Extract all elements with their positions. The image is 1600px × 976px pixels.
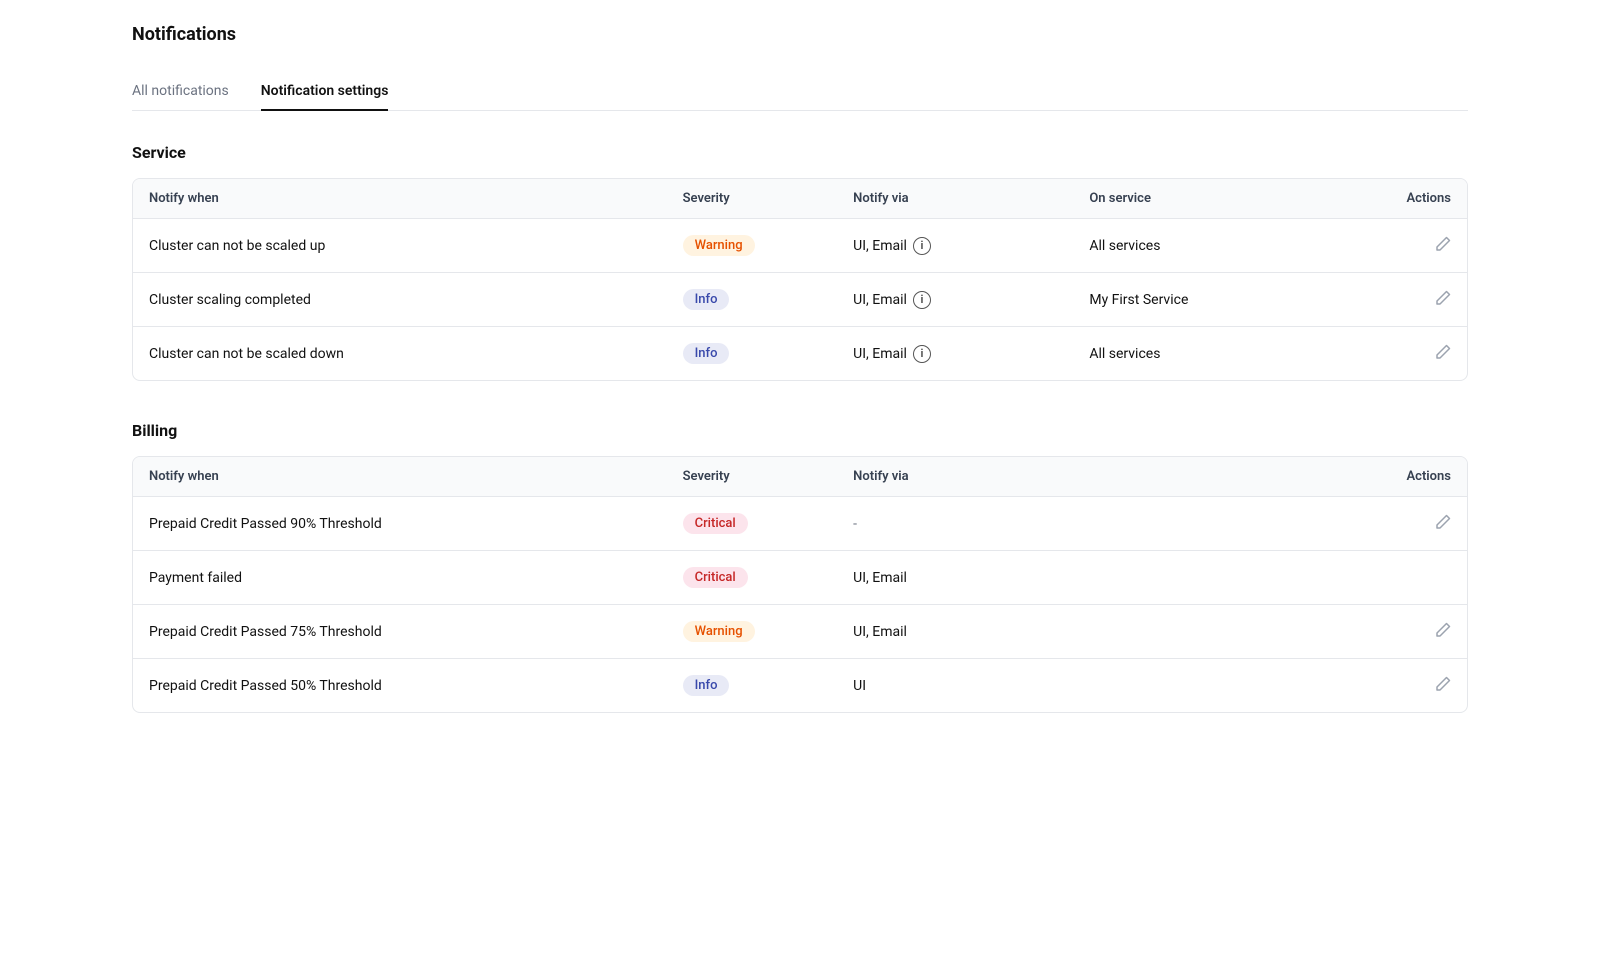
- header-on-service: [1073, 457, 1362, 497]
- cell-severity: Info: [667, 327, 838, 381]
- cell-severity: Critical: [667, 551, 838, 605]
- header-severity: Severity: [667, 457, 838, 497]
- cell-notify-when: Cluster scaling completed: [133, 273, 667, 327]
- info-icon[interactable]: i: [913, 291, 931, 309]
- table-row: Payment failed Critical UI, Email: [133, 551, 1467, 605]
- table-row: Cluster can not be scaled down Info UI, Em…: [133, 327, 1467, 381]
- tab-all-notifications[interactable]: All notifications: [132, 73, 229, 111]
- cell-on-service: [1073, 605, 1362, 659]
- table-row: Prepaid Credit Passed 75% Threshold Warni…: [133, 605, 1467, 659]
- edit-button[interactable]: [1435, 515, 1451, 534]
- table-service: Notify whenSeverityNotify viaOn serviceA…: [133, 179, 1467, 380]
- header-notify-via: Notify via: [837, 179, 1073, 219]
- notify-via-text: UI: [853, 678, 866, 694]
- section-billing: Billing Notify whenSeverityNotify via Acti…: [132, 421, 1468, 713]
- header-on-service: On service: [1073, 179, 1362, 219]
- header-notify-when: Notify when: [133, 457, 667, 497]
- cell-actions: [1362, 551, 1467, 605]
- cell-notify-via: UI, Email: [837, 551, 1073, 605]
- cell-on-service: My First Service: [1073, 273, 1362, 327]
- table-row: Prepaid Credit Passed 90% Threshold Criti…: [133, 497, 1467, 551]
- cell-severity: Warning: [667, 219, 838, 273]
- cell-notify-via: UI, Email i: [837, 327, 1073, 381]
- table-header-row: Notify whenSeverityNotify viaOn serviceA…: [133, 179, 1467, 219]
- table-row: Prepaid Credit Passed 50% Threshold Info U…: [133, 659, 1467, 713]
- notify-via-text: UI, Email: [853, 624, 907, 640]
- cell-actions: [1362, 497, 1467, 551]
- table-header-row: Notify whenSeverityNotify via Actions: [133, 457, 1467, 497]
- cell-actions: [1362, 605, 1467, 659]
- cell-severity: Warning: [667, 605, 838, 659]
- info-icon[interactable]: i: [913, 345, 931, 363]
- badge-info: Info: [683, 289, 730, 310]
- badge-info: Info: [683, 343, 730, 364]
- tabs-bar: All notifications Notification settings: [132, 73, 1468, 111]
- badge-warning: Warning: [683, 621, 755, 642]
- table-billing: Notify whenSeverityNotify viaActionsPrep…: [133, 457, 1467, 712]
- notify-via-cell: UI, Email: [853, 570, 1057, 586]
- cell-severity: Critical: [667, 497, 838, 551]
- sections-container: ServiceNotify whenSeverityNotify viaOn s…: [132, 143, 1468, 713]
- edit-button[interactable]: [1435, 291, 1451, 310]
- notify-via-dash: -: [853, 516, 857, 532]
- cell-notify-when: Payment failed: [133, 551, 667, 605]
- notify-via-cell: UI, Email i: [853, 291, 1057, 309]
- cell-actions: [1362, 327, 1467, 381]
- cell-on-service: All services: [1073, 219, 1362, 273]
- table-row: Cluster scaling completed Info UI, Email i M…: [133, 273, 1467, 327]
- cell-actions: [1362, 273, 1467, 327]
- cell-notify-via: UI, Email: [837, 605, 1073, 659]
- table-row: Cluster can not be scaled up Warning UI, E…: [133, 219, 1467, 273]
- cell-notify-via: UI, Email i: [837, 273, 1073, 327]
- cell-on-service: [1073, 497, 1362, 551]
- cell-on-service: [1073, 551, 1362, 605]
- cell-notify-when: Cluster can not be scaled down: [133, 327, 667, 381]
- cell-notify-when: Cluster can not be scaled up: [133, 219, 667, 273]
- cell-actions: [1362, 659, 1467, 713]
- notify-via-cell: UI, Email i: [853, 237, 1057, 255]
- badge-warning: Warning: [683, 235, 755, 256]
- page-title: Notifications: [132, 24, 1468, 45]
- table-wrapper-billing: Notify whenSeverityNotify viaActionsPrep…: [132, 456, 1468, 713]
- header-notify-via: Notify via: [837, 457, 1073, 497]
- section-service: Service Notify whenSeverityNotify viaOn s…: [132, 143, 1468, 381]
- notify-via-text: UI, Email: [853, 570, 907, 586]
- badge-info: Info: [683, 675, 730, 696]
- cell-on-service: [1073, 659, 1362, 713]
- header-severity: Severity: [667, 179, 838, 219]
- notify-via-text: UI, Email: [853, 292, 907, 308]
- cell-notify-when: Prepaid Credit Passed 90% Threshold: [133, 497, 667, 551]
- notify-via-cell: UI, Email: [853, 624, 1057, 640]
- header-notify-when: Notify when: [133, 179, 667, 219]
- header-actions: Actions: [1362, 457, 1467, 497]
- edit-button[interactable]: [1435, 237, 1451, 256]
- info-icon[interactable]: i: [913, 237, 931, 255]
- cell-notify-via: UI: [837, 659, 1073, 713]
- cell-notify-when: Prepaid Credit Passed 50% Threshold: [133, 659, 667, 713]
- notify-via-cell: UI, Email i: [853, 345, 1057, 363]
- notify-via-cell: UI: [853, 678, 1057, 694]
- cell-notify-when: Prepaid Credit Passed 75% Threshold: [133, 605, 667, 659]
- edit-button[interactable]: [1435, 623, 1451, 642]
- page-container: Notifications All notifications Notifica…: [100, 0, 1500, 777]
- notify-via-text: UI, Email: [853, 238, 907, 254]
- section-title-service: Service: [132, 143, 1468, 162]
- cell-severity: Info: [667, 659, 838, 713]
- notify-via-text: UI, Email: [853, 346, 907, 362]
- cell-severity: Info: [667, 273, 838, 327]
- cell-notify-via: UI, Email i: [837, 219, 1073, 273]
- tab-notification-settings[interactable]: Notification settings: [261, 73, 389, 111]
- badge-critical: Critical: [683, 567, 748, 588]
- edit-button[interactable]: [1435, 345, 1451, 364]
- edit-button[interactable]: [1435, 677, 1451, 696]
- table-wrapper-service: Notify whenSeverityNotify viaOn serviceA…: [132, 178, 1468, 381]
- cell-notify-via: -: [837, 497, 1073, 551]
- section-title-billing: Billing: [132, 421, 1468, 440]
- cell-on-service: All services: [1073, 327, 1362, 381]
- header-actions: Actions: [1362, 179, 1467, 219]
- badge-critical: Critical: [683, 513, 748, 534]
- cell-actions: [1362, 219, 1467, 273]
